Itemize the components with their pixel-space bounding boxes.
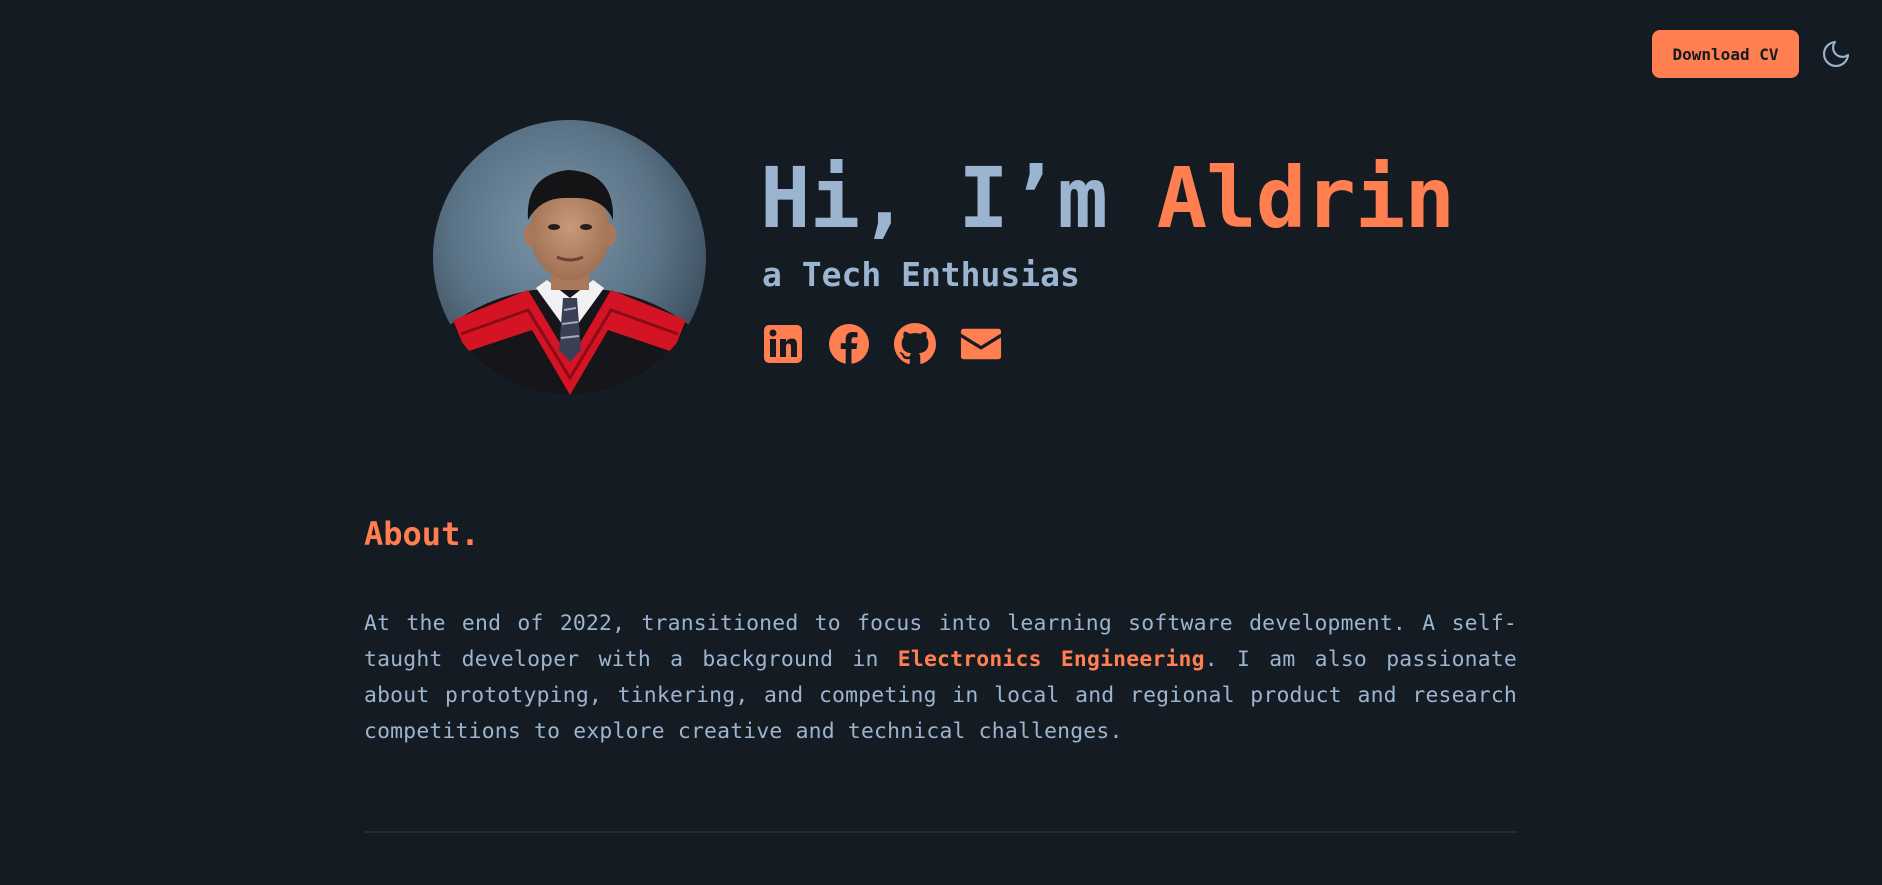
github-link[interactable] xyxy=(894,323,936,365)
moon-icon xyxy=(1823,40,1850,67)
about-heading: About. xyxy=(364,515,480,553)
theme-toggle-button[interactable] xyxy=(1816,36,1856,72)
hero-heading: Hi, I’m Aldrin xyxy=(760,148,1455,248)
about-highlight: Electronics Engineering xyxy=(897,647,1205,672)
linkedin-icon xyxy=(764,325,802,363)
social-links xyxy=(762,323,1002,365)
hero-subtitle: a Tech Enthusias xyxy=(762,255,1080,294)
facebook-icon xyxy=(829,324,869,364)
github-icon xyxy=(894,323,936,364)
about-paragraph: At the end of 2022, transitioned to focu… xyxy=(364,606,1517,750)
linkedin-link[interactable] xyxy=(762,323,804,365)
download-cv-button[interactable]: Download CV xyxy=(1652,30,1799,78)
facebook-link[interactable] xyxy=(828,323,870,365)
email-link[interactable] xyxy=(960,323,1002,365)
greeting-text: Hi, I’m xyxy=(760,149,1157,247)
portfolio-page: Download CV Hi, I’m Aldrin a Tech Enthus… xyxy=(0,0,1882,885)
profile-photo xyxy=(433,120,706,395)
email-icon xyxy=(960,328,1002,360)
hero-name: Aldrin xyxy=(1156,149,1455,247)
section-divider xyxy=(364,831,1517,833)
